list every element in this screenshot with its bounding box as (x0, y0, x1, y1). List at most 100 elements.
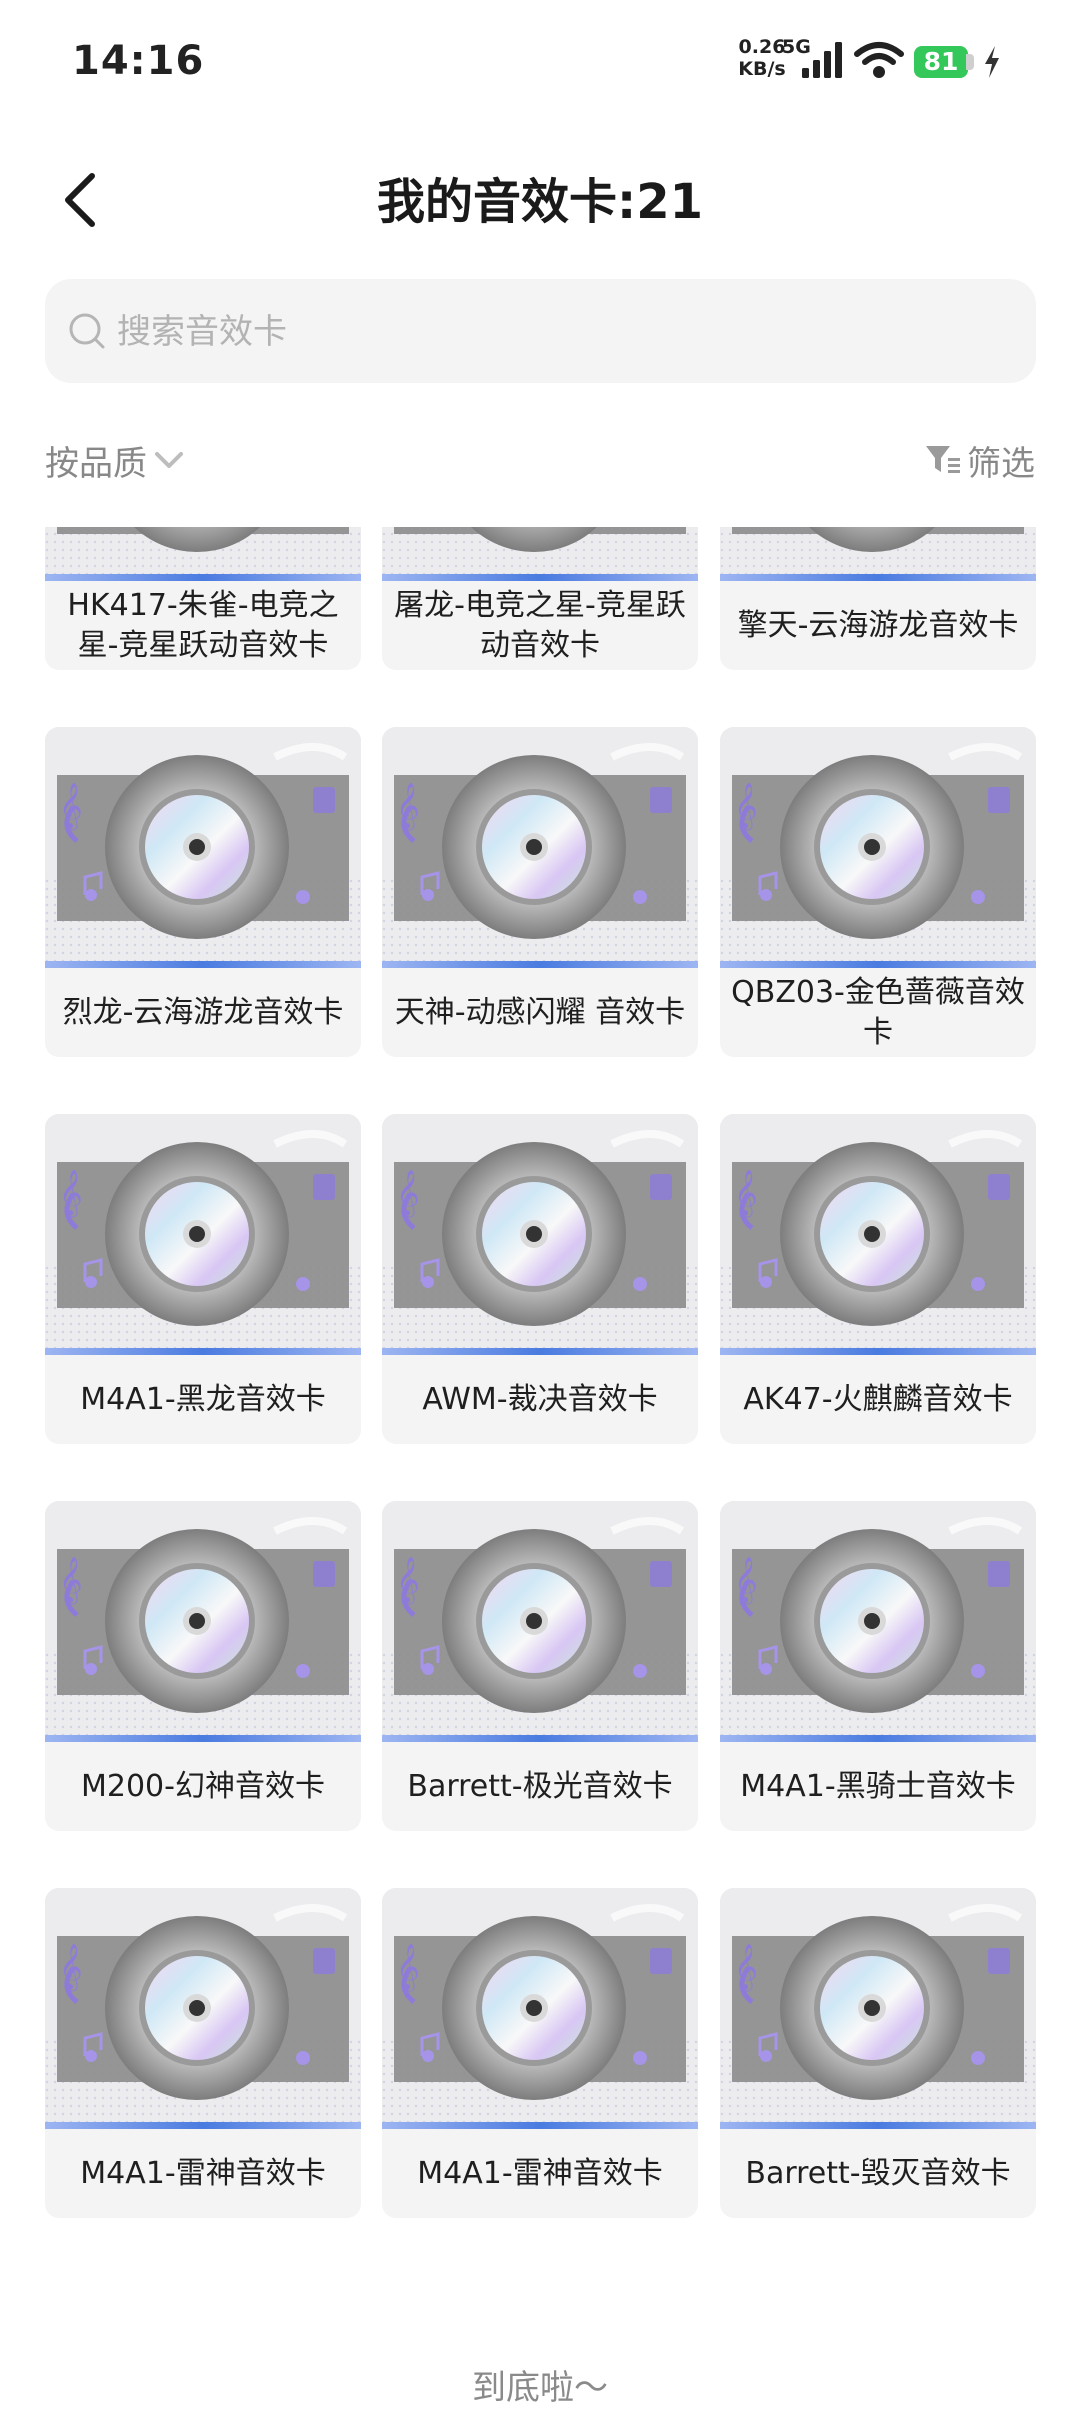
sort-by-quality-dropdown[interactable]: 按品质 (45, 434, 185, 486)
sound-card-image: 𝄞 (720, 727, 1036, 961)
page-title: 我的音效卡:21 (377, 174, 703, 230)
sound-card-image: 𝄞 (45, 727, 361, 961)
svg-text:𝄞: 𝄞 (396, 1944, 420, 1992)
card-accent-bar (45, 1735, 361, 1742)
card-accent-bar (45, 1348, 361, 1355)
sound-card-label: 屠龙-电竞之星-竞星跃动音效卡 (394, 587, 686, 663)
disc-icon: 𝄞 (45, 527, 361, 574)
disc-icon: 𝄞 (382, 1501, 698, 1735)
sound-card-image: 𝄞 (382, 1888, 698, 2122)
end-of-list-text: 到底啦～ (472, 2368, 608, 2408)
sound-card-label: 烈龙-云海游龙音效卡 (62, 994, 344, 1030)
sound-card-image: 𝄞 (45, 1114, 361, 1348)
sound-card[interactable]: 𝄞 M4A1-雷神音效卡 (382, 1888, 698, 2218)
sort-label: 按品质 (45, 443, 147, 484)
filter-icon (926, 446, 960, 473)
sound-card[interactable]: 𝄞 QBZ03-金色蔷薇音效卡 (720, 727, 1036, 1057)
svg-text:𝄞: 𝄞 (59, 1557, 83, 1605)
card-list-viewport[interactable]: 𝄞 HK417-朱雀-电竞之星-竞星跃动音效卡 𝄞 屠龙-电竞之星-竞星跃动音效… (0, 527, 1080, 2400)
sound-card-label: AK47-火麒麟音效卡 (743, 1381, 1013, 1417)
disc-icon: 𝄞 (45, 727, 361, 961)
disc-icon: 𝄞 (720, 1114, 1036, 1348)
card-accent-bar (45, 574, 361, 581)
sound-card-label: M4A1-黑龙音效卡 (80, 1381, 326, 1417)
sound-card-label: 天神-动感闪耀 音效卡 (394, 994, 686, 1030)
svg-text:𝄞: 𝄞 (59, 1944, 83, 1992)
sound-card[interactable]: 𝄞 AWM-裁决音效卡 (382, 1114, 698, 1444)
sound-card-image: 𝄞 (45, 1888, 361, 2122)
sound-card[interactable]: 𝄞 HK417-朱雀-电竞之星-竞星跃动音效卡 (45, 527, 361, 670)
disc-icon: 𝄞 (720, 727, 1036, 961)
sound-card-image: 𝄞 (720, 1888, 1036, 2122)
card-accent-bar (45, 961, 361, 968)
disc-icon: 𝄞 (45, 1888, 361, 2122)
sound-card-label: Barrett-极光音效卡 (407, 1768, 673, 1804)
disc-icon: 𝄞 (382, 1114, 698, 1348)
card-accent-bar (382, 961, 698, 968)
disc-icon: 𝄞 (720, 1501, 1036, 1735)
sound-card-label: M4A1-雷神音效卡 (417, 2155, 663, 2191)
card-accent-bar (720, 1735, 1036, 1742)
sound-card[interactable]: 𝄞 M200-幻神音效卡 (45, 1501, 361, 1831)
svg-text:𝄞: 𝄞 (396, 1170, 420, 1218)
search-input[interactable] (115, 279, 999, 385)
sound-card[interactable]: 𝄞 烈龙-云海游龙音效卡 (45, 727, 361, 1057)
sound-card[interactable]: 𝄞 Barrett-极光音效卡 (382, 1501, 698, 1831)
chevron-down-icon (155, 452, 183, 468)
sound-card[interactable]: 𝄞 AK47-火麒麟音效卡 (720, 1114, 1036, 1444)
card-accent-bar (382, 1735, 698, 1742)
search-icon (69, 313, 105, 349)
status-time: 14:16 (72, 38, 205, 84)
sound-card[interactable]: 𝄞 天神-动感闪耀 音效卡 (382, 727, 698, 1057)
sound-card-image: 𝄞 (720, 527, 1036, 574)
sound-card[interactable]: 𝄞 屠龙-电竞之星-竞星跃动音效卡 (382, 527, 698, 670)
sound-card-label: HK417-朱雀-电竞之星-竞星跃动音效卡 (67, 587, 339, 663)
sound-card[interactable]: 𝄞 M4A1-黑龙音效卡 (45, 1114, 361, 1444)
disc-icon: 𝄞 (382, 527, 698, 574)
disc-icon: 𝄞 (45, 1501, 361, 1735)
disc-icon: 𝄞 (720, 527, 1036, 574)
sound-card[interactable]: 𝄞 Barrett-毁灭音效卡 (720, 1888, 1036, 2218)
svg-text:𝄞: 𝄞 (734, 1944, 758, 1992)
disc-icon: 𝄞 (720, 1888, 1036, 2122)
sound-card-image: 𝄞 (382, 727, 698, 961)
sound-card-label: M4A1-雷神音效卡 (80, 2155, 326, 2191)
sound-card-image: 𝄞 (45, 527, 361, 574)
sound-card-image: 𝄞 (382, 1114, 698, 1348)
sound-card-label: M200-幻神音效卡 (81, 1768, 325, 1804)
wifi-icon (854, 42, 904, 78)
card-accent-bar (382, 1348, 698, 1355)
filter-button[interactable]: 筛选 (923, 434, 1035, 486)
svg-text:𝄞: 𝄞 (734, 1557, 758, 1605)
sound-card-image: 𝄞 (382, 1501, 698, 1735)
battery-cap (966, 54, 974, 70)
card-accent-bar (720, 2122, 1036, 2129)
signal-icon (802, 42, 842, 78)
sound-card-label: AWM-裁决音效卡 (422, 1381, 658, 1417)
sound-card-image: 𝄞 (382, 527, 698, 574)
disc-icon: 𝄞 (45, 1114, 361, 1348)
network-speed-unit: KB/s (738, 58, 786, 80)
sound-card-image: 𝄞 (720, 1501, 1036, 1735)
svg-text:𝄞: 𝄞 (59, 783, 83, 831)
card-accent-bar (720, 961, 1036, 968)
sound-card-label: QBZ03-金色蔷薇音效卡 (731, 974, 1025, 1050)
card-accent-bar (720, 1348, 1036, 1355)
disc-icon: 𝄞 (382, 1888, 698, 2122)
svg-text:𝄞: 𝄞 (734, 783, 758, 831)
sound-card[interactable]: 𝄞 M4A1-黑骑士音效卡 (720, 1501, 1036, 1831)
sound-card[interactable]: 𝄞 M4A1-雷神音效卡 (45, 1888, 361, 2218)
svg-text:𝄞: 𝄞 (396, 783, 420, 831)
sound-card-label: Barrett-毁灭音效卡 (745, 2155, 1011, 2191)
card-accent-bar (382, 574, 698, 581)
card-accent-bar (382, 2122, 698, 2129)
sound-card[interactable]: 𝄞 擎天-云海游龙音效卡 (720, 527, 1036, 670)
battery-indicator: 81 (914, 46, 968, 78)
filter-label: 筛选 (967, 443, 1035, 484)
svg-text:𝄞: 𝄞 (396, 1557, 420, 1605)
svg-text:𝄞: 𝄞 (734, 1170, 758, 1218)
svg-text:𝄞: 𝄞 (59, 1170, 83, 1218)
status-bar: 14:16 0.26 KB/s 5G 81 (0, 0, 1080, 120)
charging-icon (985, 46, 999, 78)
search-bar[interactable] (45, 279, 1036, 385)
